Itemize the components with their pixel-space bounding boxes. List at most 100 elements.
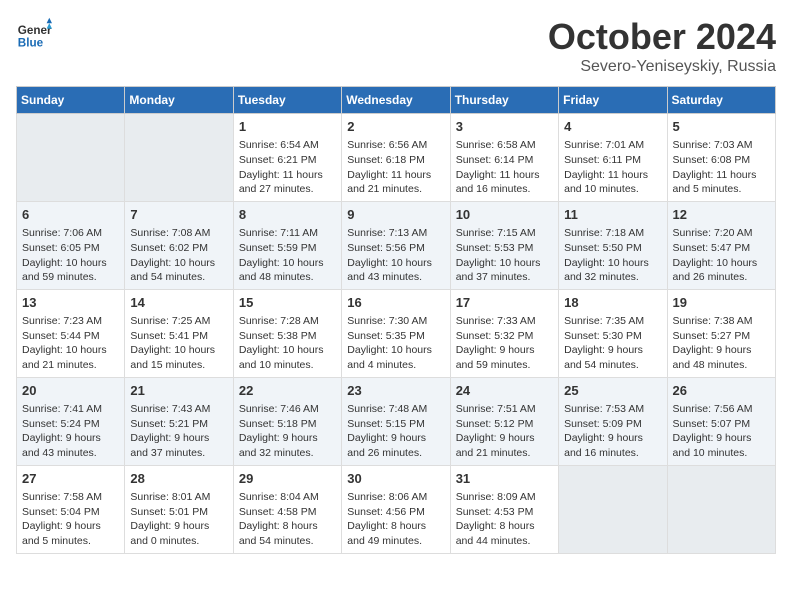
svg-text:General: General [18,24,52,37]
day-cell: 7 Sunrise: 7:08 AMSunset: 6:02 PMDaylight… [125,201,233,289]
day-number: 26 [673,382,770,400]
location-title: Severo-Yeniseyskiy, Russia [548,58,776,76]
svg-text:Blue: Blue [18,37,44,50]
day-cell: 16 Sunrise: 7:30 AMSunset: 5:35 PMDayligh… [342,289,450,377]
day-info: Sunrise: 7:08 AMSunset: 6:02 PMDaylight:… [130,226,227,285]
day-cell: 19 Sunrise: 7:38 AMSunset: 5:27 PMDayligh… [667,289,775,377]
header-row: SundayMondayTuesdayWednesdayThursdayFrid… [17,87,776,114]
day-info: Sunrise: 8:09 AMSunset: 4:53 PMDaylight:… [456,490,553,549]
day-info: Sunrise: 8:04 AMSunset: 4:58 PMDaylight:… [239,490,336,549]
day-info: Sunrise: 7:43 AMSunset: 5:21 PMDaylight:… [130,402,227,461]
logo-icon: General Blue [16,16,52,52]
day-info: Sunrise: 7:03 AMSunset: 6:08 PMDaylight:… [673,138,770,197]
day-number: 30 [347,470,444,488]
day-number: 7 [130,206,227,224]
day-info: Sunrise: 7:30 AMSunset: 5:35 PMDaylight:… [347,314,444,373]
column-header-saturday: Saturday [667,87,775,114]
day-info: Sunrise: 6:54 AMSunset: 6:21 PMDaylight:… [239,138,336,197]
day-info: Sunrise: 7:38 AMSunset: 5:27 PMDaylight:… [673,314,770,373]
day-cell [17,114,125,202]
day-info: Sunrise: 7:18 AMSunset: 5:50 PMDaylight:… [564,226,661,285]
day-number: 18 [564,294,661,312]
day-cell: 30 Sunrise: 8:06 AMSunset: 4:56 PMDayligh… [342,465,450,553]
day-number: 10 [456,206,553,224]
column-header-monday: Monday [125,87,233,114]
day-number: 17 [456,294,553,312]
day-info: Sunrise: 7:20 AMSunset: 5:47 PMDaylight:… [673,226,770,285]
day-number: 3 [456,118,553,136]
day-cell: 27 Sunrise: 7:58 AMSunset: 5:04 PMDayligh… [17,465,125,553]
day-info: Sunrise: 7:28 AMSunset: 5:38 PMDaylight:… [239,314,336,373]
day-cell: 21 Sunrise: 7:43 AMSunset: 5:21 PMDayligh… [125,377,233,465]
day-info: Sunrise: 7:51 AMSunset: 5:12 PMDaylight:… [456,402,553,461]
day-number: 9 [347,206,444,224]
day-info: Sunrise: 6:58 AMSunset: 6:14 PMDaylight:… [456,138,553,197]
month-title: October 2024 [548,16,776,58]
day-cell [125,114,233,202]
day-info: Sunrise: 7:23 AMSunset: 5:44 PMDaylight:… [22,314,119,373]
column-header-wednesday: Wednesday [342,87,450,114]
column-header-friday: Friday [559,87,667,114]
week-row-2: 6Sunrise: 7:06 AMSunset: 6:05 PMDaylight… [17,201,776,289]
day-cell: 26 Sunrise: 7:56 AMSunset: 5:07 PMDayligh… [667,377,775,465]
day-cell: 29 Sunrise: 8:04 AMSunset: 4:58 PMDayligh… [233,465,341,553]
column-header-sunday: Sunday [17,87,125,114]
day-number: 28 [130,470,227,488]
day-number: 16 [347,294,444,312]
day-info: Sunrise: 7:33 AMSunset: 5:32 PMDaylight:… [456,314,553,373]
day-cell: 3 Sunrise: 6:58 AMSunset: 6:14 PMDaylight… [450,114,558,202]
calendar-table: SundayMondayTuesdayWednesdayThursdayFrid… [16,86,776,554]
day-cell [559,465,667,553]
week-row-1: 1 Sunrise: 6:54 AMSunset: 6:21 PMDaylight… [17,114,776,202]
day-info: Sunrise: 7:01 AMSunset: 6:11 PMDaylight:… [564,138,661,197]
day-cell: 14Sunrise: 7:25 AMSunset: 5:41 PMDayligh… [125,289,233,377]
day-number: 20 [22,382,119,400]
day-info: Sunrise: 6:56 AMSunset: 6:18 PMDaylight:… [347,138,444,197]
day-cell: 25Sunrise: 7:53 AMSunset: 5:09 PMDayligh… [559,377,667,465]
day-number: 4 [564,118,661,136]
day-cell: 10 Sunrise: 7:15 AMSunset: 5:53 PMDayligh… [450,201,558,289]
day-info: Sunrise: 7:41 AMSunset: 5:24 PMDaylight:… [22,402,119,461]
day-cell: 8Sunrise: 7:11 AMSunset: 5:59 PMDaylight… [233,201,341,289]
day-number: 11 [564,206,661,224]
title-area: October 2024 Severo-Yeniseyskiy, Russia [548,16,776,76]
day-info: Sunrise: 7:53 AMSunset: 5:09 PMDaylight:… [564,402,661,461]
day-cell: 12 Sunrise: 7:20 AMSunset: 5:47 PMDayligh… [667,201,775,289]
day-info: Sunrise: 7:35 AMSunset: 5:30 PMDaylight:… [564,314,661,373]
day-info: Sunrise: 8:06 AMSunset: 4:56 PMDaylight:… [347,490,444,549]
day-info: Sunrise: 7:15 AMSunset: 5:53 PMDaylight:… [456,226,553,285]
day-number: 15 [239,294,336,312]
column-header-tuesday: Tuesday [233,87,341,114]
day-info: Sunrise: 7:48 AMSunset: 5:15 PMDaylight:… [347,402,444,461]
day-number: 5 [673,118,770,136]
day-number: 29 [239,470,336,488]
logo: General Blue [16,16,52,52]
day-info: Sunrise: 7:13 AMSunset: 5:56 PMDaylight:… [347,226,444,285]
day-number: 24 [456,382,553,400]
week-row-5: 27 Sunrise: 7:58 AMSunset: 5:04 PMDayligh… [17,465,776,553]
day-info: Sunrise: 8:01 AMSunset: 5:01 PMDaylight:… [130,490,227,549]
day-number: 13 [22,294,119,312]
day-number: 22 [239,382,336,400]
day-info: Sunrise: 7:56 AMSunset: 5:07 PMDaylight:… [673,402,770,461]
day-number: 19 [673,294,770,312]
day-number: 23 [347,382,444,400]
week-row-4: 20 Sunrise: 7:41 AMSunset: 5:24 PMDayligh… [17,377,776,465]
day-info: Sunrise: 7:06 AMSunset: 6:05 PMDaylight:… [22,226,119,285]
day-number: 21 [130,382,227,400]
day-info: Sunrise: 7:25 AMSunset: 5:41 PMDaylight:… [130,314,227,373]
day-cell: 22 Sunrise: 7:46 AMSunset: 5:18 PMDayligh… [233,377,341,465]
day-cell: 1 Sunrise: 6:54 AMSunset: 6:21 PMDaylight… [233,114,341,202]
page-header: General Blue October 2024 Severo-Yenisey… [16,16,776,76]
day-cell: 15 Sunrise: 7:28 AMSunset: 5:38 PMDayligh… [233,289,341,377]
day-number: 27 [22,470,119,488]
day-number: 8 [239,206,336,224]
day-number: 1 [239,118,336,136]
day-number: 12 [673,206,770,224]
day-cell: 11 Sunrise: 7:18 AMSunset: 5:50 PMDayligh… [559,201,667,289]
day-cell: 4 Sunrise: 7:01 AMSunset: 6:11 PMDaylight… [559,114,667,202]
day-cell: 17 Sunrise: 7:33 AMSunset: 5:32 PMDayligh… [450,289,558,377]
day-cell: 2Sunrise: 6:56 AMSunset: 6:18 PMDaylight… [342,114,450,202]
day-info: Sunrise: 7:58 AMSunset: 5:04 PMDaylight:… [22,490,119,549]
day-info: Sunrise: 7:46 AMSunset: 5:18 PMDaylight:… [239,402,336,461]
